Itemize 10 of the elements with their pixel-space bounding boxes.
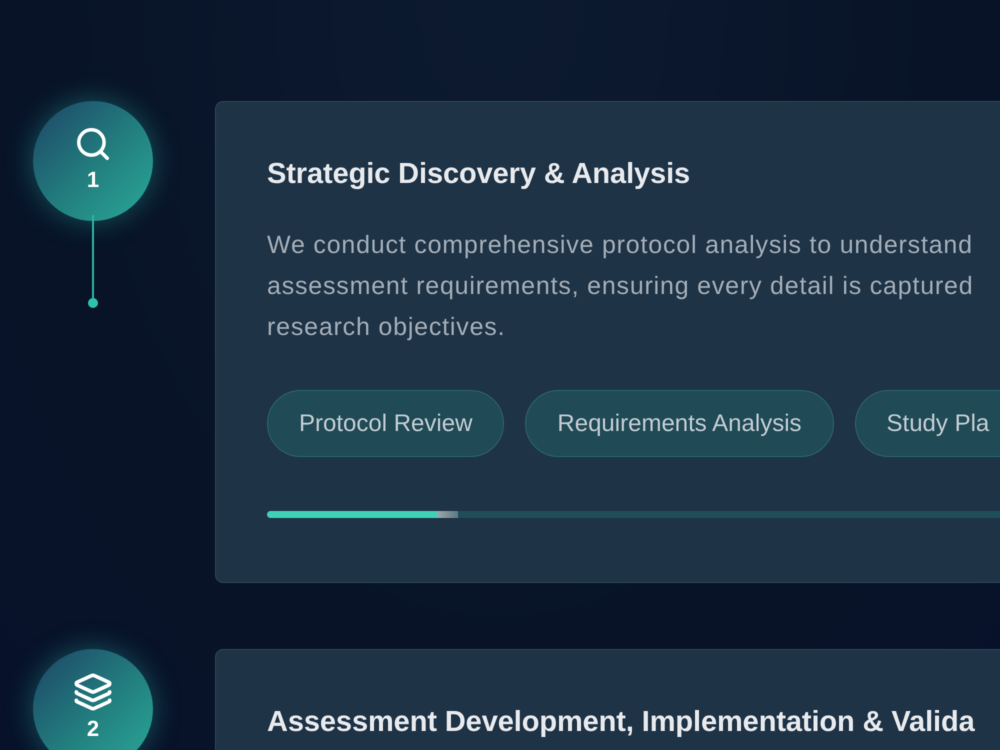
step-title: Assessment Development, Implementation & Valida (267, 705, 976, 740)
tag-chip: Requirements Analysis (525, 390, 834, 457)
step-number: 1 (86, 167, 100, 193)
tag-chip: Protocol Review (267, 390, 504, 457)
stacked-layers-icon (73, 672, 113, 712)
search-icon (74, 125, 112, 163)
tag-chip: Study Pla (854, 390, 1000, 457)
step-title: Strategic Discovery & Analysis (267, 157, 692, 192)
step-description: We conduct comprehensive protocol analysis to understand assessment requirements, ensuring every detail is captured research objectives. (267, 230, 974, 343)
step-number: 2 (86, 716, 100, 742)
